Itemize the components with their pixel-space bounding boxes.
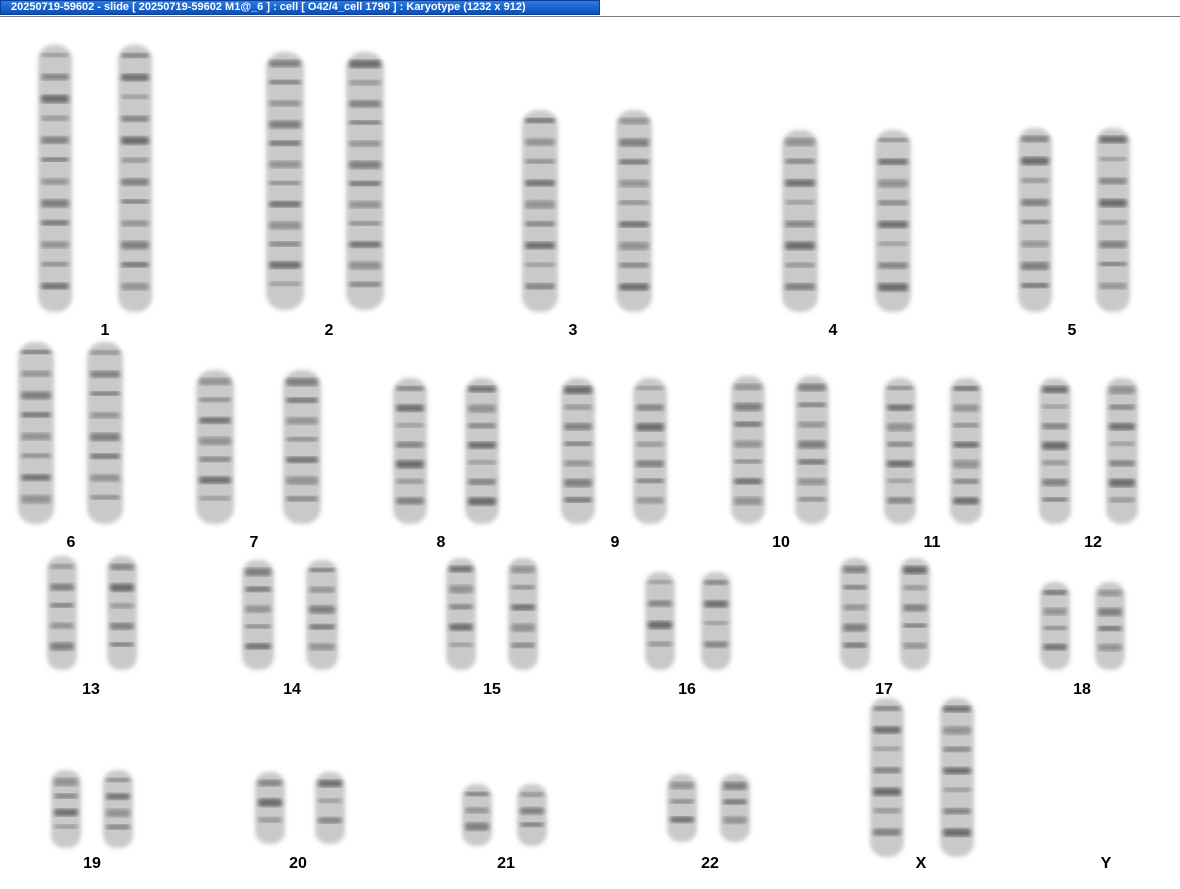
chromosome-label-22: 22: [701, 855, 719, 872]
chromosome-label-7: 7: [250, 534, 259, 551]
chromosome-label-6: 6: [67, 534, 76, 551]
chromosome-18-b[interactable]: [1095, 582, 1125, 670]
chromosome-label-19: 19: [83, 855, 101, 872]
chromosome-20-b[interactable]: [315, 772, 345, 844]
chromosome-12-b[interactable]: [1106, 378, 1138, 524]
chromosome-2-a[interactable]: [266, 52, 304, 310]
chromosome-21-b[interactable]: [517, 784, 547, 846]
chromosome-label-4: 4: [829, 322, 838, 339]
chromosome-7-a[interactable]: [196, 370, 234, 524]
chromosome-22-b[interactable]: [720, 774, 750, 842]
chromosome-16-a[interactable]: [645, 572, 675, 670]
chromosome-label-18: 18: [1073, 681, 1091, 698]
chromosome-7-b[interactable]: [283, 370, 321, 524]
chromosome-14-a[interactable]: [242, 560, 274, 670]
chromosome-1-a[interactable]: [38, 45, 72, 312]
chromosome-15-b[interactable]: [508, 558, 538, 670]
chromosome-20-a[interactable]: [255, 772, 285, 844]
chromosome-19-a[interactable]: [51, 770, 81, 848]
chromosome-X-a[interactable]: [870, 698, 904, 857]
chromosome-label-X: X: [916, 855, 927, 872]
chromosome-label-21: 21: [497, 855, 515, 872]
chromosome-10-b[interactable]: [795, 376, 829, 524]
chromosome-label-5: 5: [1068, 322, 1077, 339]
chromosome-4-b[interactable]: [875, 130, 911, 312]
chromosome-label-13: 13: [82, 681, 100, 698]
chromosome-label-20: 20: [289, 855, 307, 872]
chromosome-6-b[interactable]: [87, 342, 123, 524]
chromosome-label-Y: Y: [1101, 855, 1112, 872]
chromosome-label-17: 17: [875, 681, 893, 698]
chromosome-label-9: 9: [611, 534, 620, 551]
chromosome-21-a[interactable]: [462, 784, 492, 846]
chromosome-label-8: 8: [437, 534, 446, 551]
chromosome-13-b[interactable]: [107, 556, 137, 670]
chromosome-label-1: 1: [101, 322, 110, 339]
chromosome-label-10: 10: [772, 534, 790, 551]
chromosome-14-b[interactable]: [306, 560, 338, 670]
chromosome-3-a[interactable]: [522, 110, 558, 312]
chromosome-X-b[interactable]: [940, 698, 974, 857]
chromosome-12-a[interactable]: [1039, 378, 1071, 524]
chromosome-22-a[interactable]: [667, 774, 697, 842]
chromosome-label-2: 2: [325, 322, 334, 339]
chromosome-label-14: 14: [283, 681, 301, 698]
chromosome-16-b[interactable]: [701, 572, 731, 670]
chromosome-9-a[interactable]: [561, 378, 595, 524]
chromosome-6-a[interactable]: [18, 342, 54, 524]
chromosome-17-b[interactable]: [900, 558, 930, 670]
chromosome-label-11: 11: [924, 534, 941, 551]
window-title[interactable]: 20250719-59602 - slide [ 20250719-59602 …: [0, 0, 600, 15]
chromosome-18-a[interactable]: [1040, 582, 1070, 670]
chromosome-label-15: 15: [483, 681, 501, 698]
chromosome-8-a[interactable]: [393, 378, 427, 524]
chromosome-3-b[interactable]: [616, 110, 652, 312]
chromosome-15-a[interactable]: [446, 558, 476, 670]
chromosome-10-a[interactable]: [731, 376, 765, 524]
chromosome-1-b[interactable]: [118, 45, 152, 312]
chromosome-8-b[interactable]: [465, 378, 499, 524]
chromosome-5-b[interactable]: [1096, 128, 1130, 312]
chromosome-11-b[interactable]: [950, 378, 982, 524]
chromosome-13-a[interactable]: [47, 556, 77, 670]
chromosome-label-3: 3: [569, 322, 578, 339]
chromosome-19-b[interactable]: [103, 770, 133, 848]
chromosome-2-b[interactable]: [346, 52, 384, 310]
chromosome-17-a[interactable]: [840, 558, 870, 670]
chromosome-label-16: 16: [678, 681, 696, 698]
chromosome-11-a[interactable]: [884, 378, 916, 524]
chromosome-4-a[interactable]: [782, 130, 818, 312]
chromosome-9-b[interactable]: [633, 378, 667, 524]
title-bar: 20250719-59602 - slide [ 20250719-59602 …: [0, 0, 1180, 17]
chromosome-5-a[interactable]: [1018, 128, 1052, 312]
karyotype-canvas: 1 2 3 4 56 7 8 9 10 11 1213 14 15 16 17 1819 20 21 22 X Y: [18, 45, 1138, 872]
chromosome-label-12: 12: [1084, 534, 1102, 551]
